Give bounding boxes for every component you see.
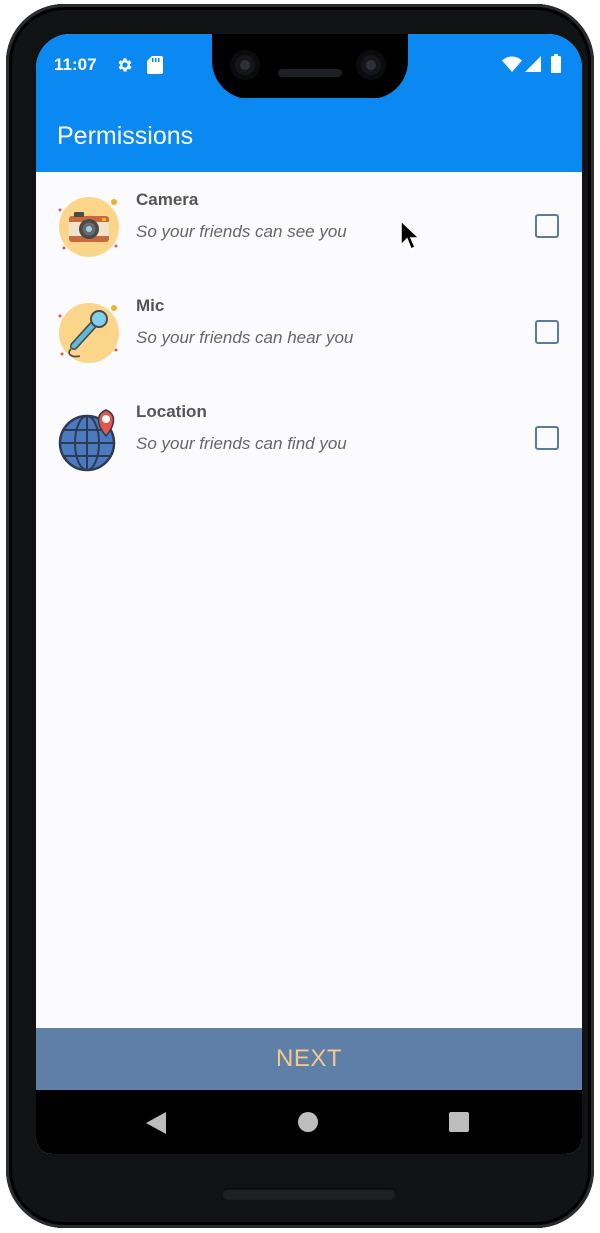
page-title: Permissions: [57, 122, 194, 150]
mic-checkbox[interactable]: [535, 320, 559, 344]
list-item-mic: Mic So your friends can hear you: [36, 278, 582, 384]
location-checkbox[interactable]: [535, 426, 559, 450]
navigation-bar: [36, 1090, 582, 1154]
camera-notch: [212, 34, 408, 99]
signal-icon: [525, 56, 541, 77]
sd-card-icon: [147, 56, 163, 79]
status-time: 11:07: [54, 55, 97, 74]
bottom-speaker: [222, 1188, 396, 1200]
list-item-camera: Camera So your friends can see you: [36, 172, 582, 278]
recents-icon[interactable]: [449, 1112, 469, 1132]
globe-location-icon: [56, 406, 122, 472]
camera-checkbox[interactable]: [535, 214, 559, 238]
wifi-icon: [502, 56, 522, 77]
next-button[interactable]: NEXT: [36, 1028, 582, 1090]
camera-icon: [56, 194, 122, 260]
permission-title: Location: [136, 402, 207, 421]
screen: 11:07 Permissions Camera So your friends…: [36, 34, 582, 1154]
permission-subtitle: So your friends can hear you: [136, 328, 354, 347]
microphone-icon: [56, 300, 122, 366]
front-camera-left: [230, 50, 260, 80]
permission-title: Camera: [136, 190, 199, 209]
permission-subtitle: So your friends can see you: [136, 222, 347, 241]
status-bar: 11:07: [36, 34, 582, 99]
home-icon[interactable]: [298, 1112, 318, 1132]
list-item-location: Location So your friends can find you: [36, 384, 582, 490]
mouse-pointer-icon: [400, 219, 422, 257]
permission-title: Mic: [136, 296, 165, 315]
back-icon[interactable]: [146, 1112, 166, 1139]
battery-icon: [551, 54, 561, 78]
permission-subtitle: So your friends can find you: [136, 434, 347, 453]
app-bar: Permissions: [36, 98, 582, 172]
front-camera-right: [356, 50, 386, 80]
earpiece-speaker: [278, 69, 342, 77]
gear-icon: [116, 56, 134, 79]
permissions-list: Camera So your friends can see you Mic S…: [36, 172, 582, 490]
phone-frame: 11:07 Permissions Camera So your friends…: [6, 4, 594, 1228]
next-button-label: NEXT: [275, 1045, 342, 1072]
